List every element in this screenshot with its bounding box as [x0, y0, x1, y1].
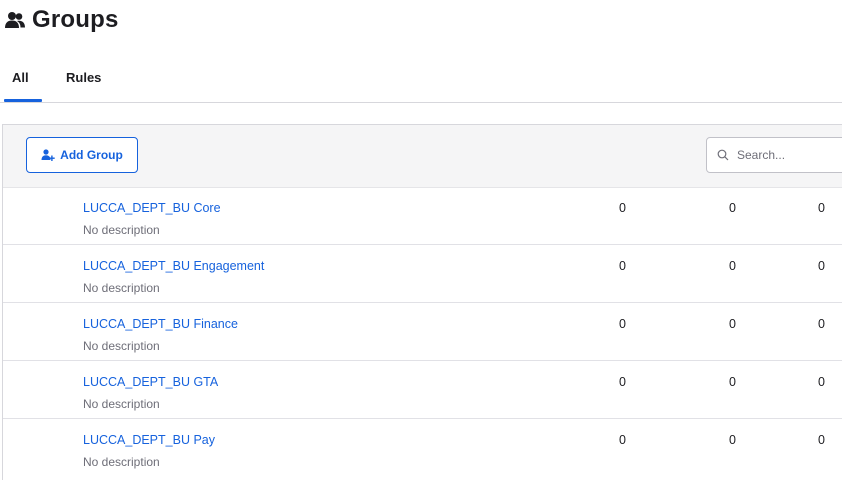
search-input[interactable]	[735, 147, 839, 163]
tab-rules[interactable]: Rules	[66, 70, 101, 85]
groups-toolbar: Add Group	[3, 125, 842, 188]
group-count-1: 0	[619, 317, 626, 331]
group-count-2: 0	[729, 317, 736, 331]
group-row: LUCCA_DEPT_BU Core No description 0 0 0	[3, 187, 842, 245]
page-title: Groups	[32, 6, 119, 33]
group-count-1: 0	[619, 375, 626, 389]
group-name-link[interactable]: LUCCA_DEPT_BU Engagement	[83, 259, 264, 273]
group-count-1: 0	[619, 259, 626, 273]
group-count-3: 0	[818, 433, 825, 447]
group-count-1: 0	[619, 433, 626, 447]
tab-bar: All Rules	[0, 62, 842, 103]
group-row: LUCCA_DEPT_BU GTA No description 0 0 0	[3, 361, 842, 419]
group-count-1: 0	[619, 201, 626, 215]
add-user-icon	[41, 148, 55, 162]
group-row: LUCCA_DEPT_BU Pay No description 0 0 0	[3, 419, 842, 476]
group-count-2: 0	[729, 201, 736, 215]
add-group-button[interactable]: Add Group	[26, 137, 138, 173]
search-icon	[717, 149, 729, 161]
group-name-link[interactable]: LUCCA_DEPT_BU Core	[83, 201, 221, 215]
group-name-link[interactable]: LUCCA_DEPT_BU Pay	[83, 433, 215, 447]
groups-list: LUCCA_DEPT_BU Core No description 0 0 0 …	[3, 187, 842, 476]
active-tab-indicator	[4, 99, 42, 102]
group-description: No description	[83, 281, 160, 295]
group-description: No description	[83, 455, 160, 469]
group-name-link[interactable]: LUCCA_DEPT_BU GTA	[83, 375, 218, 389]
group-description: No description	[83, 339, 160, 353]
group-count-3: 0	[818, 201, 825, 215]
group-row: LUCCA_DEPT_BU Finance No description 0 0…	[3, 303, 842, 361]
group-count-2: 0	[729, 259, 736, 273]
group-count-2: 0	[729, 433, 736, 447]
group-description: No description	[83, 397, 160, 411]
group-row: LUCCA_DEPT_BU Engagement No description …	[3, 245, 842, 303]
group-icon	[4, 9, 26, 31]
search-box[interactable]	[706, 137, 842, 173]
group-name-link[interactable]: LUCCA_DEPT_BU Finance	[83, 317, 238, 331]
group-count-2: 0	[729, 375, 736, 389]
group-count-3: 0	[818, 317, 825, 331]
add-group-label: Add Group	[60, 148, 123, 162]
groups-panel: Add Group LUCCA_DEPT_BU Core No descript…	[2, 124, 842, 480]
tab-all[interactable]: All	[12, 70, 29, 85]
group-count-3: 0	[818, 259, 825, 273]
group-count-3: 0	[818, 375, 825, 389]
group-description: No description	[83, 223, 160, 237]
page-header: Groups	[4, 6, 119, 34]
